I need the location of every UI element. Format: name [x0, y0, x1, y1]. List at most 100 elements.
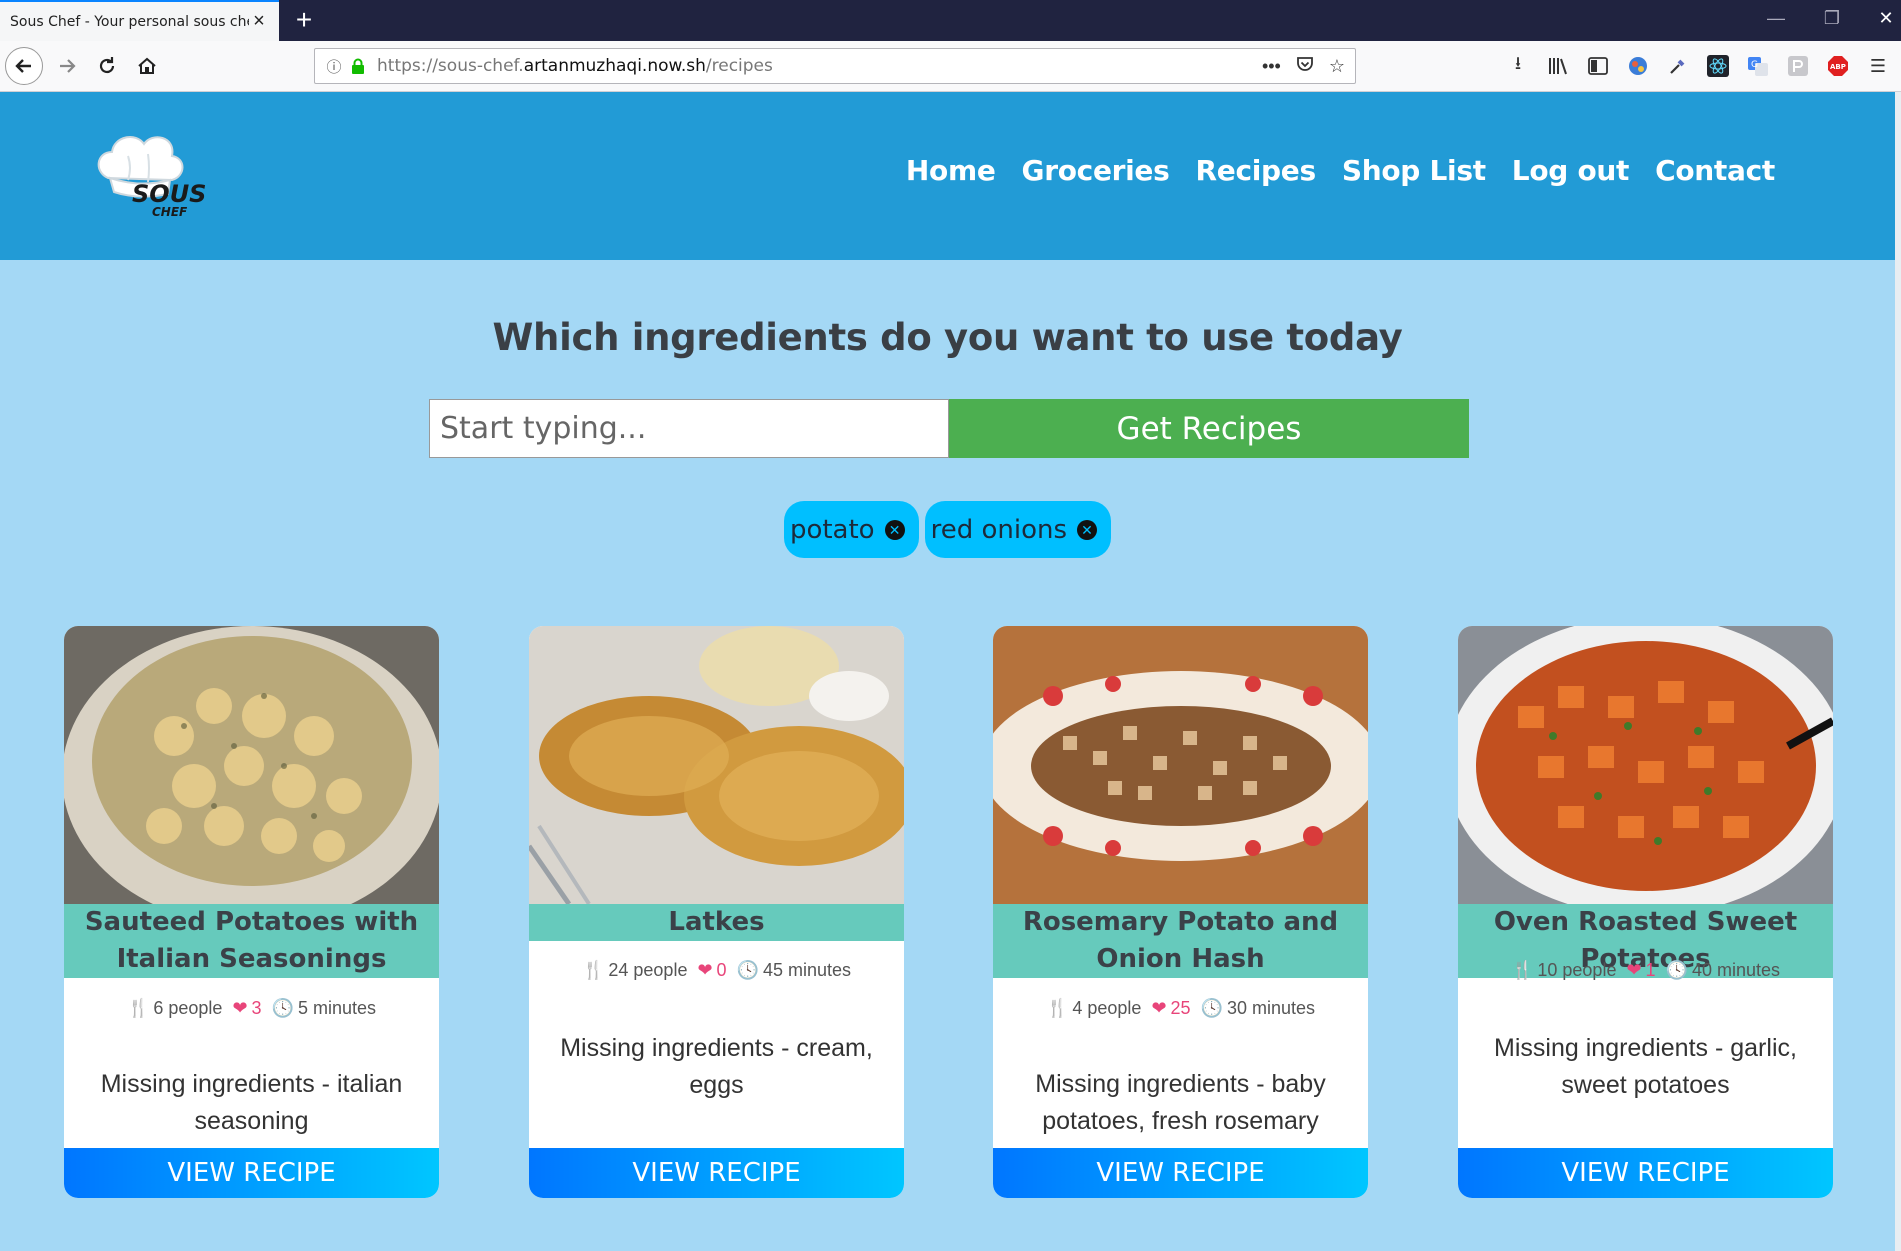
browser-tab[interactable]: Sous Chef - Your personal sous chef ×: [0, 0, 279, 41]
nav-log-out[interactable]: Log out: [1512, 154, 1630, 187]
get-recipes-button[interactable]: Get Recipes: [949, 399, 1469, 458]
recipe-image[interactable]: [1458, 626, 1833, 904]
downloads-icon[interactable]: ⭳: [1505, 53, 1531, 79]
view-recipe-button[interactable]: VIEW RECIPE: [64, 1148, 439, 1198]
svg-text:CHEF: CHEF: [152, 205, 188, 218]
recipe-card: Oven Roasted Sweet Potatoes 🍴 10 people ❤…: [1458, 626, 1833, 1198]
clock-icon: 🕓: [1200, 998, 1223, 1018]
ingredient-chips: potato ✕ red onions ✕: [0, 501, 1895, 558]
view-recipe-button[interactable]: VIEW RECIPE: [1458, 1148, 1833, 1198]
view-recipe-button[interactable]: VIEW RECIPE: [993, 1148, 1368, 1198]
tab-title: Sous Chef - Your personal sous chef: [10, 13, 249, 30]
clock-icon: 🕓: [271, 998, 294, 1018]
heart-icon: ❤: [1151, 998, 1167, 1018]
clock-icon: 🕓: [1665, 960, 1688, 980]
url-bar[interactable]: ⓘ https://sous-chef.artanmuzhaqi.now.sh/…: [314, 48, 1356, 84]
missing-ingredients: Missing ingredients - garlic, sweet pota…: [1494, 1034, 1797, 1099]
reload-icon[interactable]: [88, 47, 126, 85]
svg-text:ABP: ABP: [1830, 63, 1846, 71]
minimize-icon[interactable]: —: [1756, 8, 1796, 29]
restore-icon[interactable]: ❐: [1812, 8, 1852, 29]
likes[interactable]: ❤ 3: [232, 998, 261, 1019]
browser-tab-bar: Sous Chef - Your personal sous chef × + …: [0, 0, 1901, 41]
window-close-icon[interactable]: ✕: [1866, 8, 1901, 29]
recipe-meta: 🍴 6 people ❤ 3 🕓 5 minutes: [64, 998, 439, 1019]
missing-ingredients: Missing ingredients - baby potatoes, fre…: [1035, 1070, 1326, 1135]
cook-time: 🕓 5 minutes: [271, 998, 377, 1018]
ingredient-chip: red onions ✕: [924, 501, 1112, 558]
react-devtools-icon[interactable]: [1705, 53, 1731, 79]
nav-recipes[interactable]: Recipes: [1196, 154, 1317, 187]
likes[interactable]: ❤ 0: [697, 960, 726, 981]
ingredient-search-input[interactable]: [429, 399, 949, 458]
extension-grey-icon[interactable]: [1785, 53, 1811, 79]
url-text: https://sous-chef.artanmuzhaqi.now.sh/re…: [377, 56, 773, 76]
heart-icon: ❤: [1626, 960, 1642, 980]
translate-icon[interactable]: G: [1745, 53, 1771, 79]
adblock-icon[interactable]: ABP: [1825, 53, 1851, 79]
info-icon[interactable]: ⓘ: [321, 56, 347, 77]
recipe-meta: 🍴 4 people ❤ 25 🕓 30 minutes: [993, 998, 1368, 1019]
nav-groceries[interactable]: Groceries: [1022, 154, 1170, 187]
servings: 🍴 10 people: [1510, 960, 1617, 980]
likes[interactable]: ❤ 1: [1626, 960, 1655, 981]
recipe-card: Sauteed Potatoes with Italian Seasonings…: [64, 626, 439, 1198]
recipe-card: Latkes 🍴 24 people ❤ 0 🕓 45 minutes Missing…: [529, 626, 904, 1198]
site-header: SOUS CHEF Home Groceries Recipes Shop Li…: [0, 92, 1895, 260]
site-nav: Home Groceries Recipes Shop List Log out…: [906, 154, 1775, 187]
recipe-image[interactable]: [529, 626, 904, 904]
chip-label: potato: [789, 514, 875, 545]
clock-icon: 🕓: [736, 960, 759, 980]
recipe-title: Rosemary Potato and Onion Hash: [993, 904, 1368, 978]
extension-globe-icon[interactable]: [1625, 53, 1651, 79]
missing-ingredients: Missing ingredients - italian seasoning: [100, 1070, 403, 1135]
recipe-meta: 🍴 10 people ❤ 1 🕓 40 minutes: [1458, 960, 1833, 981]
recipe-title: Latkes: [529, 904, 904, 941]
utensils-icon: 🍴: [1510, 960, 1534, 980]
nav-shop-list[interactable]: Shop List: [1342, 154, 1486, 187]
heart-icon: ❤: [232, 998, 248, 1018]
recipe-card-list: Sauteed Potatoes with Italian Seasonings…: [0, 626, 1895, 1198]
sous-chef-logo[interactable]: SOUS CHEF: [92, 128, 222, 219]
missing-ingredients: Missing ingredients - cream, eggs: [560, 1034, 873, 1099]
bookmark-star-icon[interactable]: ☆: [1329, 56, 1345, 77]
page-scrollbar[interactable]: [1895, 92, 1901, 1251]
view-recipe-button[interactable]: VIEW RECIPE: [529, 1148, 904, 1198]
likes[interactable]: ❤ 25: [1151, 998, 1190, 1019]
nav-home[interactable]: Home: [906, 154, 996, 187]
lock-icon[interactable]: [347, 58, 369, 75]
chip-label: red onions: [930, 514, 1068, 545]
forward-icon[interactable]: [48, 47, 86, 85]
menu-icon[interactable]: ☰: [1865, 53, 1891, 79]
utensils-icon: 🍴: [1045, 998, 1069, 1018]
page-actions-icon[interactable]: •••: [1262, 56, 1281, 77]
close-tab-icon[interactable]: ×: [249, 10, 269, 33]
remove-chip-icon[interactable]: ✕: [884, 519, 905, 540]
utensils-icon: 🍴: [581, 960, 605, 980]
home-icon[interactable]: [128, 47, 166, 85]
remove-chip-icon[interactable]: ✕: [1077, 519, 1098, 540]
cook-time: 🕓 45 minutes: [736, 960, 852, 980]
cook-time: 🕓 40 minutes: [1665, 960, 1781, 980]
recipe-meta: 🍴 24 people ❤ 0 🕓 45 minutes: [529, 960, 904, 981]
recipe-title: Sauteed Potatoes with Italian Seasonings: [64, 904, 439, 978]
servings: 🍴 4 people: [1045, 998, 1142, 1018]
new-tab-icon[interactable]: +: [288, 4, 320, 36]
servings: 🍴 6 people: [126, 998, 223, 1018]
cook-time: 🕓 30 minutes: [1200, 998, 1316, 1018]
svg-text:G: G: [1751, 60, 1758, 70]
library-icon[interactable]: [1545, 53, 1571, 79]
pocket-icon[interactable]: [1295, 54, 1315, 79]
utensils-icon: 🍴: [126, 998, 150, 1018]
browser-toolbar: ⓘ https://sous-chef.artanmuzhaqi.now.sh/…: [0, 41, 1901, 92]
ingredient-chip: potato ✕: [783, 501, 919, 558]
svg-text:SOUS: SOUS: [132, 180, 206, 208]
recipe-image[interactable]: [64, 626, 439, 904]
servings: 🍴 24 people: [581, 960, 688, 980]
eyedropper-icon[interactable]: [1665, 53, 1691, 79]
recipe-card: Rosemary Potato and Onion Hash 🍴 4 people…: [993, 626, 1368, 1198]
nav-contact[interactable]: Contact: [1655, 154, 1775, 187]
back-icon[interactable]: [5, 47, 43, 85]
sidebar-icon[interactable]: [1585, 53, 1611, 79]
recipe-image[interactable]: [993, 626, 1368, 904]
